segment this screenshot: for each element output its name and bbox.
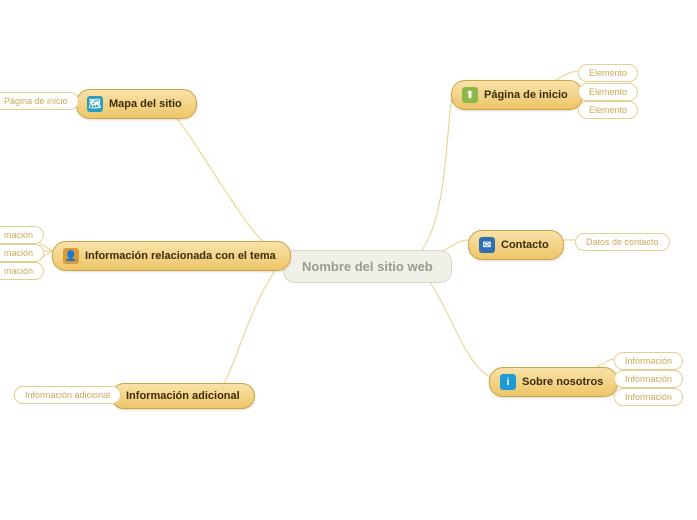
leaf[interactable]: Información xyxy=(614,370,683,388)
leaf[interactable]: Página de inicio xyxy=(0,92,79,110)
leaf[interactable]: mación xyxy=(0,262,44,280)
node-label: Contacto xyxy=(501,239,549,251)
node-label: Información adicional xyxy=(126,390,240,402)
leaf[interactable]: Información xyxy=(614,352,683,370)
node-info-adicional[interactable]: Información adicional xyxy=(111,383,255,409)
node-sobre-nosotros[interactable]: i Sobre nosotros xyxy=(489,367,618,397)
leaf[interactable]: Datos de contacto xyxy=(575,233,670,251)
leaf[interactable]: Elemento xyxy=(578,83,638,101)
home-icon: ⬆ xyxy=(462,87,478,103)
map-icon: 🗺 xyxy=(87,96,103,112)
node-mapa[interactable]: 🗺 Mapa del sitio xyxy=(76,89,197,119)
node-contacto[interactable]: ✉ Contacto xyxy=(468,230,564,260)
info-icon: i xyxy=(500,374,516,390)
center-label: Nombre del sitio web xyxy=(302,259,433,274)
leaf[interactable]: Elemento xyxy=(578,64,638,82)
leaf[interactable]: mación xyxy=(0,226,44,244)
person-icon: 👤 xyxy=(63,248,79,264)
node-label: Mapa del sitio xyxy=(109,98,182,110)
node-label: Página de inicio xyxy=(484,89,568,101)
mail-icon: ✉ xyxy=(479,237,495,253)
node-label: Sobre nosotros xyxy=(522,376,603,388)
node-label: Información relacionada con el tema xyxy=(85,250,276,262)
node-info-tema[interactable]: 👤 Información relacionada con el tema xyxy=(52,241,291,271)
leaf[interactable]: Elemento xyxy=(578,101,638,119)
center-topic[interactable]: Nombre del sitio web xyxy=(283,250,452,283)
leaf[interactable]: Información adicional xyxy=(14,386,121,404)
node-pagina-inicio[interactable]: ⬆ Página de inicio xyxy=(451,80,583,110)
leaf[interactable]: Información xyxy=(614,388,683,406)
leaf[interactable]: mación xyxy=(0,244,44,262)
